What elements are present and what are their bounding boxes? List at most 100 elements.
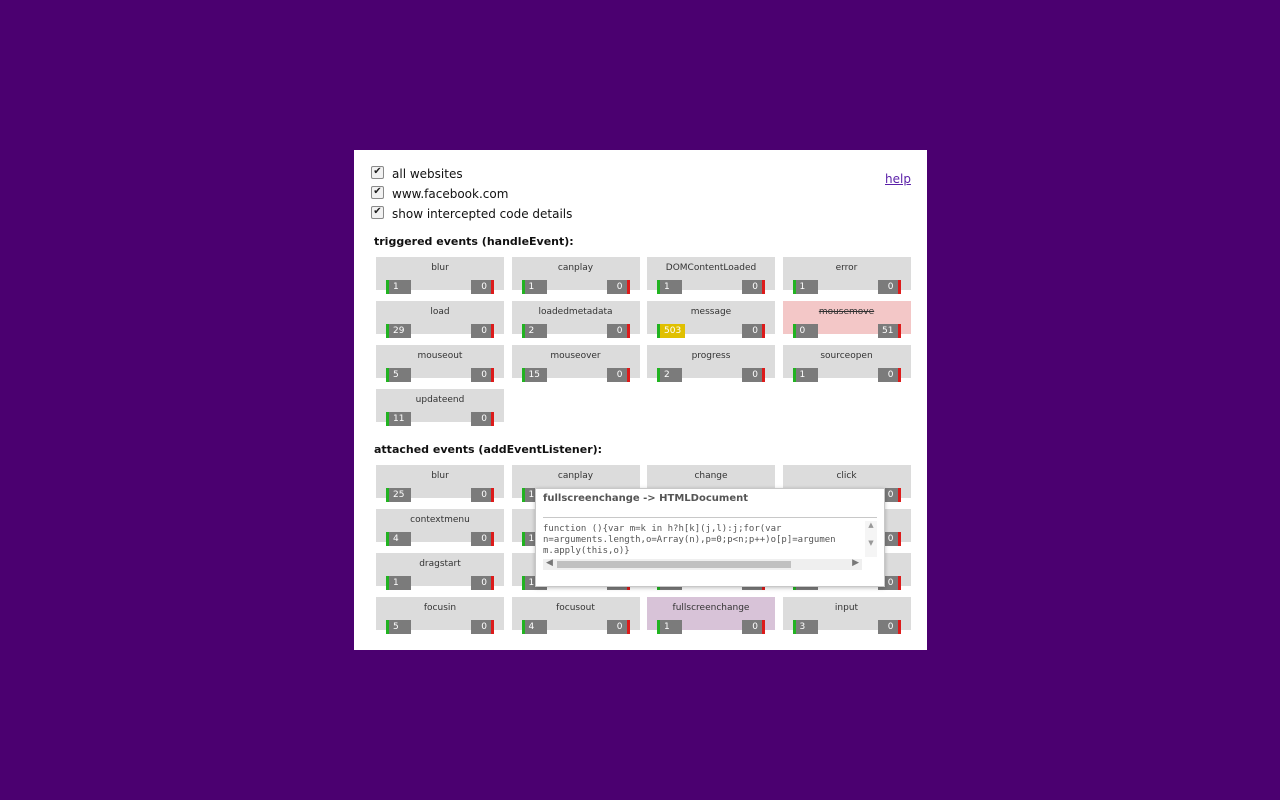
allowed-count[interactable]: 5 — [386, 620, 411, 634]
allowed-count[interactable]: 1 — [792, 368, 818, 382]
blocked-count[interactable]: 0 — [742, 368, 765, 382]
allowed-count[interactable]: 4 — [386, 532, 411, 546]
event-tile[interactable]: blur 1 0 — [376, 257, 504, 294]
blocked-count[interactable]: 0 — [471, 324, 494, 338]
event-tile[interactable]: fullscreenchange 1 0 — [647, 597, 775, 634]
event-tile[interactable]: load 29 0 — [376, 301, 504, 338]
event-name: mouseout — [417, 351, 463, 361]
blocked-count[interactable]: 0 — [471, 280, 494, 294]
blocked-count[interactable]: 51 — [877, 324, 901, 338]
event-tile[interactable]: updateend 11 0 — [376, 389, 504, 426]
blocked-count[interactable]: 0 — [742, 324, 765, 338]
checkbox[interactable]: ✔ — [371, 165, 384, 179]
blocked-count[interactable]: 0 — [742, 620, 765, 634]
blocked-count[interactable]: 0 — [471, 576, 494, 590]
scroll-down-icon[interactable]: ▼ — [865, 539, 877, 547]
event-tile[interactable]: loadedmetadata 2 0 — [511, 301, 640, 338]
blocked-count[interactable]: 0 — [877, 368, 901, 382]
blocked-count[interactable]: 0 — [471, 368, 494, 382]
allowed-count[interactable]: 1 — [657, 280, 682, 294]
event-tile[interactable]: sourceopen 1 0 — [782, 345, 911, 382]
event-name: blur — [431, 471, 449, 481]
event-name: progress — [691, 351, 731, 361]
event-name: mouseover — [550, 351, 601, 361]
allowed-count[interactable]: 15 — [521, 368, 547, 382]
allowed-count[interactable]: 1 — [657, 620, 682, 634]
help-link[interactable]: help — [885, 172, 911, 186]
allowed-count[interactable]: 1 — [386, 280, 411, 294]
event-tile[interactable]: DOMContentLoaded 1 0 — [647, 257, 775, 294]
blocked-count[interactable]: 0 — [471, 532, 494, 546]
option-row[interactable]: ✔ www.facebook.com — [371, 185, 508, 203]
scroll-left-icon[interactable]: ◀ — [546, 558, 553, 568]
checkbox[interactable]: ✔ — [371, 205, 384, 219]
horizontal-scrollbar[interactable]: ◀ ▶ — [543, 558, 862, 570]
blocked-count[interactable]: 0 — [606, 368, 630, 382]
event-tile[interactable]: input 3 0 — [782, 597, 911, 634]
event-tile[interactable]: focusout 4 0 — [511, 597, 640, 634]
allowed-count[interactable]: 1 — [386, 576, 411, 590]
event-name: dragstart — [419, 559, 461, 569]
blocked-count[interactable]: 0 — [606, 620, 630, 634]
event-name: DOMContentLoaded — [665, 263, 757, 273]
event-name: canplay — [557, 263, 594, 273]
option-row[interactable]: ✔ all websites — [371, 165, 463, 183]
event-name: fullscreenchange — [672, 603, 750, 613]
triggered-events-title: triggered events (handleEvent): — [374, 235, 574, 248]
blocked-count[interactable]: 0 — [606, 324, 630, 338]
allowed-count[interactable]: 5 — [386, 368, 411, 382]
allowed-count[interactable]: 25 — [386, 488, 411, 502]
event-tile[interactable]: contextmenu 4 0 — [376, 509, 504, 546]
event-tile[interactable]: focusin 5 0 — [376, 597, 504, 634]
event-tile[interactable]: mouseover 15 0 — [511, 345, 640, 382]
event-tile[interactable]: error 1 0 — [782, 257, 911, 294]
popup-divider — [543, 517, 877, 518]
allowed-count[interactable]: 2 — [521, 324, 547, 338]
allowed-count[interactable]: 1 — [521, 280, 547, 294]
allowed-count[interactable]: 29 — [386, 324, 411, 338]
checkbox[interactable]: ✔ — [371, 185, 384, 199]
code-view[interactable]: function (){var m=k in h?h[k](j,l):j;for… — [543, 521, 877, 558]
blocked-count[interactable]: 0 — [877, 280, 901, 294]
event-name: loadedmetadata — [538, 307, 613, 317]
event-name: mousemove — [818, 307, 875, 317]
scroll-right-icon[interactable]: ▶ — [852, 558, 859, 568]
event-name: load — [430, 307, 450, 317]
option-label: show intercepted code details — [392, 207, 573, 221]
scrollbar-thumb[interactable] — [557, 561, 791, 568]
allowed-count[interactable]: 3 — [792, 620, 818, 634]
event-name: blur — [431, 263, 449, 273]
blocked-count[interactable]: 0 — [471, 488, 494, 502]
blocked-count[interactable]: 0 — [606, 280, 630, 294]
blocked-count[interactable]: 0 — [742, 280, 765, 294]
scroll-up-icon[interactable]: ▲ — [865, 521, 877, 529]
event-name: click — [836, 471, 857, 481]
attached-events-title: attached events (addEventListener): — [374, 443, 603, 456]
event-name: focusin — [423, 603, 457, 613]
event-tile[interactable]: message 503 0 — [647, 301, 775, 338]
blocked-count[interactable]: 0 — [471, 620, 494, 634]
event-name: error — [835, 263, 858, 273]
popup-title: fullscreenchange -> HTMLDocument — [543, 493, 748, 504]
vertical-scrollbar[interactable]: ▲ ▼ — [865, 521, 877, 557]
event-tile[interactable]: canplay 1 0 — [511, 257, 640, 294]
event-name: focusout — [556, 603, 595, 613]
allowed-count[interactable]: 2 — [657, 368, 682, 382]
event-tile[interactable]: mousemove 0 51 — [782, 301, 911, 338]
event-tile[interactable]: mouseout 5 0 — [376, 345, 504, 382]
blocked-count[interactable]: 0 — [877, 620, 901, 634]
allowed-count[interactable]: 1 — [792, 280, 818, 294]
event-name: input — [834, 603, 859, 613]
event-name: message — [690, 307, 732, 317]
allowed-count[interactable]: 4 — [521, 620, 547, 634]
event-name: contextmenu — [410, 515, 470, 525]
event-tile[interactable]: blur 25 0 — [376, 465, 504, 502]
intercepted-code: function (){var m=k in h?h[k](j,l):j;for… — [543, 524, 836, 556]
allowed-count[interactable]: 0 — [792, 324, 818, 338]
blocked-count[interactable]: 0 — [471, 412, 494, 426]
allowed-count[interactable]: 11 — [386, 412, 411, 426]
allowed-count[interactable]: 503 — [657, 324, 686, 338]
option-row[interactable]: ✔ show intercepted code details — [371, 205, 572, 223]
event-tile[interactable]: progress 2 0 — [647, 345, 775, 382]
event-tile[interactable]: dragstart 1 0 — [376, 553, 504, 590]
